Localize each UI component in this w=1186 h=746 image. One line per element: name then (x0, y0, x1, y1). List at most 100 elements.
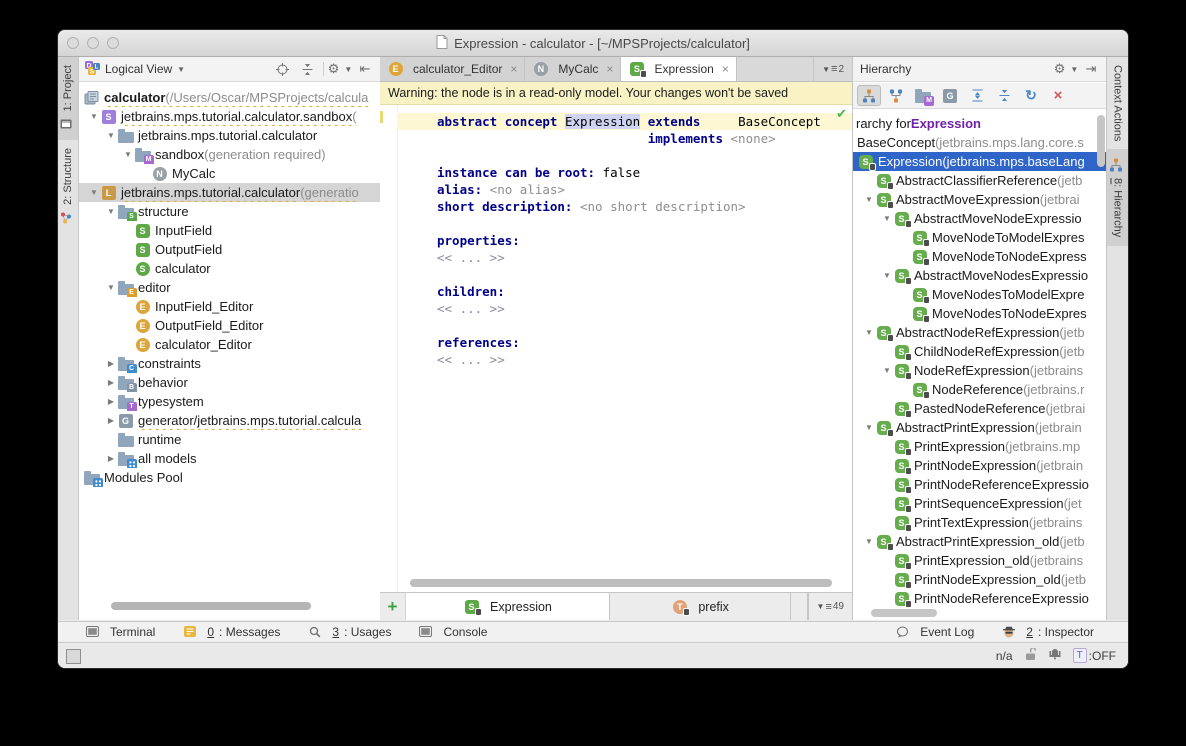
code-editor[interactable]: abstract concept Expression extends Base… (397, 105, 852, 592)
chevron-down-icon[interactable]: ▼ (105, 207, 117, 216)
chevron-right-icon[interactable]: ▶ (105, 397, 117, 406)
code-line[interactable] (397, 215, 852, 232)
project-tree-row[interactable]: ▶Ggenerator/jetbrains.mps.tutorial.calcu… (79, 411, 380, 430)
hierarchy-row[interactable]: SMoveNodeToNodeExpress (853, 247, 1107, 266)
code-line[interactable]: references: (397, 334, 852, 351)
hierarchy-row[interactable]: ▼SAbstractMoveExpression (jetbrai (853, 190, 1107, 209)
node-tab[interactable]: Tprefix (610, 593, 791, 620)
hierarchy-row[interactable]: BaseConcept (jetbrains.mps.lang.core.s (853, 133, 1107, 152)
toolwindow-button[interactable]: 2: Inspector (1000, 624, 1094, 640)
close-icon[interactable]: × (1046, 85, 1070, 106)
chevron-down-icon[interactable]: ▼ (88, 188, 100, 197)
hierarchy-row[interactable]: SAbstractClassifierReference (jetb (853, 171, 1107, 190)
project-tree-row[interactable]: runtime (79, 430, 380, 449)
close-window-button[interactable] (67, 37, 79, 49)
hierarchy-row[interactable]: SPrintExpression (jetbrains.mp (853, 437, 1107, 456)
toolwindow-button[interactable]: 0: Messages (181, 624, 280, 640)
project-tree-row[interactable]: ▼jetbrains.mps.tutorial.calculator (79, 126, 380, 145)
toolwindow-button[interactable]: Console (417, 624, 487, 640)
chevron-down-icon[interactable]: ▼ (105, 131, 117, 140)
horizontal-scrollbar[interactable] (111, 602, 311, 610)
chevron-right-icon[interactable]: ▶ (105, 454, 117, 463)
close-tab-icon[interactable]: × (722, 62, 729, 76)
hierarchy-row[interactable]: SPrintNodeReferenceExpressio (853, 589, 1107, 608)
project-tree-row[interactable]: ▶Bbehavior (79, 373, 380, 392)
chevron-down-icon[interactable]: ▼ (881, 271, 893, 280)
editor-horizontal-scrollbar[interactable] (410, 579, 832, 587)
chevron-down-icon[interactable]: ▼ (863, 537, 875, 546)
project-tree-row[interactable]: NMyCalc (79, 164, 380, 183)
margin-toggle[interactable] (66, 649, 81, 664)
editor-tab[interactable]: Ecalculator_Editor× (380, 57, 525, 81)
chevron-down-icon[interactable]: ▼ (881, 366, 893, 375)
project-tree-row[interactable]: Ecalculator_Editor (79, 335, 380, 354)
supertypes-icon[interactable] (884, 85, 908, 106)
project-tree-row[interactable]: ▼Sjetbrains.mps.tutorial.calculator.sand… (79, 107, 380, 126)
code-line[interactable]: abstract concept Expression extends Base… (397, 113, 852, 130)
code-line[interactable]: << ... >> (397, 249, 852, 266)
locate-icon[interactable] (273, 60, 291, 78)
toolwindow-tab[interactable]: 2: Structure (58, 140, 78, 234)
project-tree-row[interactable]: EOutputField_Editor (79, 316, 380, 335)
hide-panel-icon[interactable]: ⇤ (356, 60, 374, 78)
project-tree-row[interactable]: ▶all models (79, 449, 380, 468)
chevron-right-icon[interactable]: ▶ (105, 359, 117, 368)
project-tree-row[interactable]: SInputField (79, 221, 380, 240)
project-tree-row[interactable]: calculator (/Users/Oscar/MPSProjects/cal… (79, 88, 380, 107)
code-line[interactable]: implements <none> (397, 130, 852, 147)
close-tab-icon[interactable]: × (606, 62, 613, 76)
chevron-down-icon[interactable]: ▼ (863, 423, 875, 432)
editor-tab[interactable]: NMyCalc× (525, 57, 621, 81)
hector-inspection-icon[interactable] (1049, 648, 1061, 663)
project-tree-row[interactable]: ▶Ttypesystem (79, 392, 380, 411)
vertical-scrollbar[interactable] (1097, 115, 1105, 167)
project-tree-row[interactable]: ▶Cconstraints (79, 354, 380, 373)
code-line[interactable]: alias: <no alias> (397, 181, 852, 198)
code-line[interactable] (397, 266, 852, 283)
chevron-down-icon[interactable]: ▼ (88, 112, 100, 121)
hide-panel-icon[interactable]: ⇥ (1082, 60, 1100, 78)
hierarchy-row[interactable]: SMoveNodeToModelExpres (853, 228, 1107, 247)
hierarchy-row[interactable]: ▼SNodeRefExpression (jetbrains (853, 361, 1107, 380)
project-tree-row[interactable]: ▼Msandbox (generation required) (79, 145, 380, 164)
chevron-down-icon[interactable]: ▼ (122, 150, 134, 159)
project-tree-row[interactable]: ▼Eeditor (79, 278, 380, 297)
node-tab[interactable]: SExpression (406, 593, 610, 620)
chevron-down-icon[interactable]: ▼ (105, 283, 117, 292)
hierarchy-row[interactable]: SPrintTextExpression (jetbrains (853, 513, 1107, 532)
refresh-icon[interactable]: ↻ (1019, 85, 1043, 106)
generator-icon[interactable]: G (938, 85, 962, 106)
chevron-down-icon[interactable]: ▼ (863, 328, 875, 337)
editor-tab[interactable]: SExpression× (621, 57, 736, 81)
code-line[interactable] (397, 317, 852, 334)
collapse-all-icon[interactable] (298, 60, 316, 78)
hierarchy-row[interactable]: SPastedNodeReference (jetbrai (853, 399, 1107, 418)
project-tree-row[interactable]: Scalculator (79, 259, 380, 278)
toolwindow-tab[interactable]: Context Actions (1107, 57, 1128, 149)
toolwindow-button[interactable]: 3: Usages (306, 624, 391, 640)
hierarchy-row[interactable]: ▼SAbstractMoveNodesExpressio (853, 266, 1107, 285)
hierarchy-row[interactable]: ▼SAbstractPrintExpression_old (jetb (853, 532, 1107, 551)
lock-open-icon[interactable] (1025, 648, 1037, 664)
hierarchy-row[interactable]: SMoveNodesToModelExpre (853, 285, 1107, 304)
code-line[interactable]: properties: (397, 232, 852, 249)
add-node-button[interactable]: + (380, 593, 406, 620)
hierarchy-row[interactable]: SExpression (jetbrains.mps.baseLang (853, 152, 1107, 171)
hierarchy-row[interactable]: SPrintNodeReferenceExpressio (853, 475, 1107, 494)
settings-icon[interactable]: ⚙▼ (331, 60, 349, 78)
tab-list-dropdown[interactable]: ▼≡49 (808, 593, 852, 620)
code-line[interactable]: short description: <no short description… (397, 198, 852, 215)
hierarchy-row[interactable]: SChildNodeRefExpression (jetb (853, 342, 1107, 361)
code-line[interactable] (397, 147, 852, 164)
toolwindow-button[interactable]: Event Log (894, 624, 974, 640)
code-line[interactable]: << ... >> (397, 351, 852, 368)
view-selector[interactable]: Logical View (105, 62, 172, 76)
hierarchy-row[interactable]: SPrintNodeExpression_old (jetb (853, 570, 1107, 589)
expand-all-icon[interactable] (965, 85, 989, 106)
hierarchy-row[interactable]: ▼SAbstractPrintExpression (jetbrain (853, 418, 1107, 437)
class-hierarchy-icon[interactable] (857, 85, 881, 106)
hierarchy-row[interactable]: SPrintNodeExpression (jetbrain (853, 456, 1107, 475)
chevron-down-icon[interactable]: ▼ (863, 195, 875, 204)
chevron-right-icon[interactable]: ▶ (105, 378, 117, 387)
settings-icon[interactable]: ⚙▼ (1057, 60, 1075, 78)
